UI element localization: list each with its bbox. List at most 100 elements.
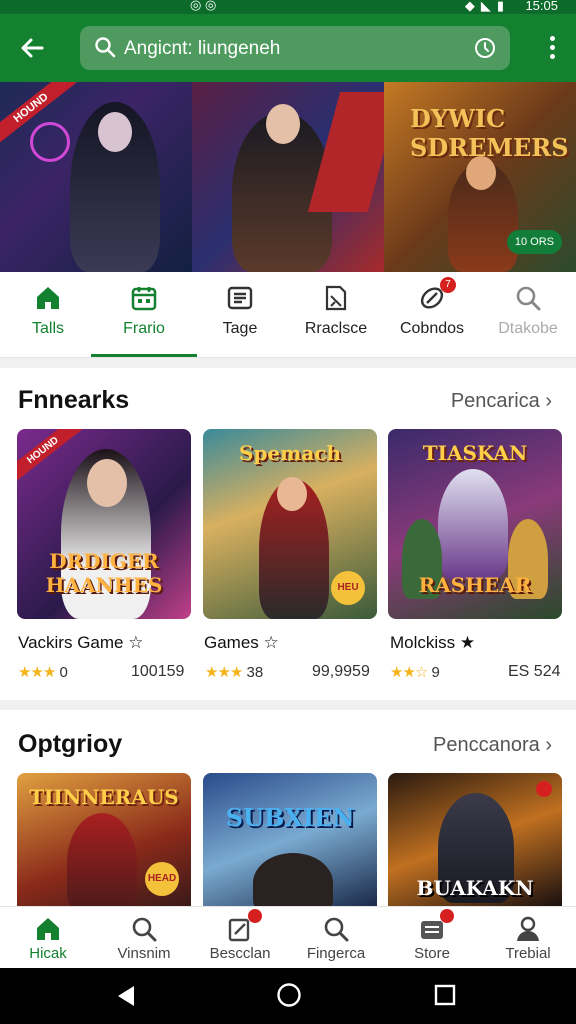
tab-rraclsce[interactable]: Rraclsce [288,272,384,358]
nav-item-trebial[interactable]: Trebial [480,907,576,969]
game-card[interactable]: SUBXIEN [203,773,377,906]
bottom-navigation: Hicak Vinsnim Bescclan Fingerca Store Tr… [0,906,576,968]
tab-talls[interactable]: Talls [0,272,96,358]
nav-label: Vinsnim [117,945,171,962]
star-outline-icon: ☆ [128,633,144,652]
rating: ★★★ 0 [18,663,68,681]
search-input[interactable]: Angicnt: liungeneh [80,26,510,70]
card-image-text: Spemach [239,441,341,465]
game-name-text: Games [204,633,259,652]
game-card[interactable]: HOUND DRDIGER HAANHES [17,429,191,619]
download-count: 99,9959 [312,663,370,680]
home-icon [34,915,62,943]
tab-frario[interactable]: Frario [96,272,192,358]
tab-label: Tage [222,320,258,337]
more-vert-icon[interactable] [550,36,556,63]
section-title: Fnnearks [18,386,130,414]
nav-label: Bescclan [209,945,271,962]
section-more-link[interactable]: Penccanora › [433,734,552,757]
search-icon [94,36,116,63]
card-badge: HEAD [145,862,179,896]
link-text: Penccanora [433,734,540,756]
rating-value: 9 [431,664,440,681]
home-circle-icon[interactable] [276,982,302,1008]
download-count: ES 524 [508,663,561,680]
tab-cobndos[interactable]: 7 Cobndos [384,272,480,358]
divider [0,700,576,710]
nav-item-hicak[interactable]: Hicak [0,907,96,969]
tab-dtakobe[interactable]: Dtakobe [480,272,576,358]
game-name-text: Molckiss [390,633,456,652]
game-name[interactable]: Vackirs Game ☆ [18,633,143,653]
game-card[interactable]: Spemach HEU [203,429,377,619]
card-image-text: SUBXIEN [225,803,355,832]
section-title: Optgrioy [18,730,123,758]
system-navigation-bar [0,968,576,1024]
recents-square-icon[interactable] [434,984,456,1006]
banner-title: DYWIC SDREMERS [410,104,569,162]
rating-value: 0 [59,664,68,681]
nav-item-bescclan[interactable]: Bescclan [192,907,288,969]
notification-dot [248,909,262,923]
game-card[interactable]: BUAKAKN [388,773,562,906]
star-outline-icon: ☆ [263,633,279,652]
notification-icons: ◎ ◎ [190,0,217,12]
rating: ★★☆ 9 [390,663,440,681]
calendar-icon [130,284,158,312]
back-triangle-icon[interactable] [116,984,136,1008]
star-rating-icon: ★★★ [205,664,243,681]
link-text: Pencarica [450,390,540,412]
chevron-right-icon: › [545,390,552,412]
signal-wifi-battery-icons: ◆◣▮ [464,0,510,13]
star-rating-icon: ★★☆ [390,664,428,681]
tab-label: Frario [123,320,165,337]
banner-badge: 10 ORS [506,230,562,254]
game-name-text: Vackirs Game [18,633,124,652]
star-rating-icon: ★★★ [18,664,56,681]
search-icon [514,284,542,312]
game-card[interactable]: TIASKAN RASHEAR [388,429,562,619]
status-bar: ◎ ◎ ◆◣▮ 15:05 [0,0,576,14]
banner-image-3[interactable]: DYWIC SDREMERS 10 ORS [384,82,576,272]
tab-tage[interactable]: Tage [192,272,288,358]
search-icon [322,915,350,943]
banner-image-2[interactable] [192,82,384,272]
arrow-left-icon[interactable] [18,34,46,62]
nav-label: Fingerca [306,945,366,962]
featured-banner[interactable]: HOUND DYWIC SDREMERS 10 ORS [0,82,576,272]
card-badge: HEU [331,571,365,605]
card-image-text: TIINNERAUS [29,785,179,809]
game-card[interactable]: TIINNERAUS HEAD [17,773,191,906]
section-more-link[interactable]: Pencarica › [451,390,552,413]
tab-label: Talls [31,320,64,337]
home-icon [34,284,62,312]
nav-label: Hicak [29,945,67,962]
notification-dot [440,909,454,923]
chevron-right-icon: › [545,734,552,756]
game-name[interactable]: Games ☆ [204,633,279,653]
rating: ★★★ 38 [205,663,263,681]
card-image-text: TIASKAN [422,441,528,465]
game-name[interactable]: Molckiss ★ [390,633,475,653]
nav-label: Trebial [505,945,551,962]
search-text: Angicnt: liungeneh [124,38,281,59]
tab-badge: 7 [440,277,456,293]
card-image-text: RASHEAR [418,573,532,597]
search-icon [130,915,158,943]
card-image-text: DRDIGER HAANHES [45,549,163,597]
star-outline-icon: ★ [459,633,476,652]
category-tabs: Talls Frario Tage Rraclsce 7 Cobndos Dta… [0,272,576,358]
divider [0,358,576,368]
download-count: 100159 [131,663,185,680]
rating-value: 38 [246,664,264,681]
app-bar: Angicnt: liungeneh [0,14,576,82]
card-image-text: BUAKAKN [416,876,534,900]
nav-item-vinsnim[interactable]: Vinsnim [96,907,192,969]
document-icon [322,284,350,312]
list-icon [226,284,254,312]
nav-item-store[interactable]: Store [384,907,480,969]
nav-item-fingerca[interactable]: Fingerca [288,907,384,969]
tab-indicator [91,354,197,357]
banner-image-1[interactable]: HOUND [0,82,192,272]
clock-icon[interactable] [474,37,496,64]
